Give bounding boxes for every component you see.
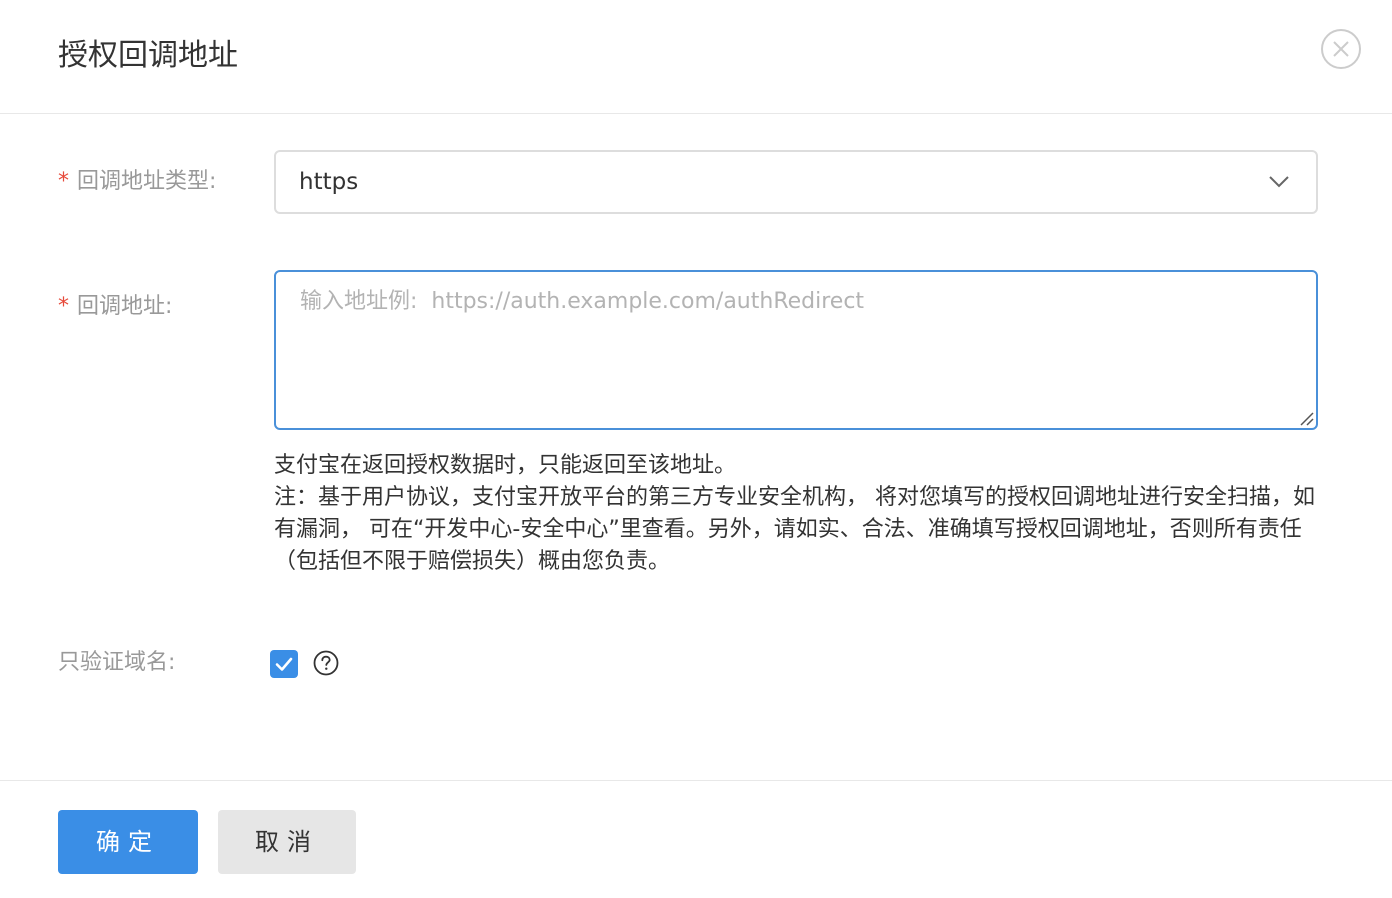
close-circle-icon [1321, 29, 1361, 69]
required-mark: * [58, 169, 69, 194]
domain-only-checkbox[interactable] [270, 650, 298, 678]
auth-callback-dialog: 授权回调地址 * 回调地址类型: https * 回调地址: 支付宝在返回授权数据时… [0, 0, 1392, 898]
callback-type-select[interactable]: https [274, 150, 1318, 214]
callback-type-label: * 回调地址类型: [58, 167, 216, 197]
domain-only-label: 只验证域名: [58, 650, 176, 675]
dialog-title: 授权回调地址 [58, 38, 238, 73]
required-mark: * [58, 294, 69, 319]
help-line-1: 支付宝在返回授权数据时，只能返回至该地址。 [274, 453, 737, 478]
cancel-button[interactable]: 取消 [218, 810, 356, 874]
callback-url-field [274, 270, 1318, 430]
callback-help-text: 支付宝在返回授权数据时，只能返回至该地址。 注：基于用户协议，支付宝开放平台的第… [274, 450, 1324, 578]
callback-url-label: * 回调地址: [58, 292, 172, 322]
checkmark-icon [275, 657, 293, 671]
close-button[interactable] [1320, 28, 1362, 70]
callback-type-label-text: 回调地址类型: [77, 169, 217, 194]
chevron-down-icon [1269, 176, 1289, 188]
dialog-footer [0, 780, 1392, 898]
confirm-button[interactable]: 确定 [58, 810, 198, 874]
callback-url-input[interactable] [276, 272, 1316, 428]
question-circle-icon[interactable] [313, 650, 339, 676]
resize-grip-icon[interactable] [1298, 410, 1314, 426]
callback-type-selected-value: https [299, 169, 359, 195]
callback-url-label-text: 回调地址: [77, 294, 173, 319]
dialog-header: 授权回调地址 [0, 0, 1392, 114]
help-line-2: 注：基于用户协议，支付宝开放平台的第三方专业安全机构， 将对您填写的授权回调地址… [274, 485, 1315, 574]
